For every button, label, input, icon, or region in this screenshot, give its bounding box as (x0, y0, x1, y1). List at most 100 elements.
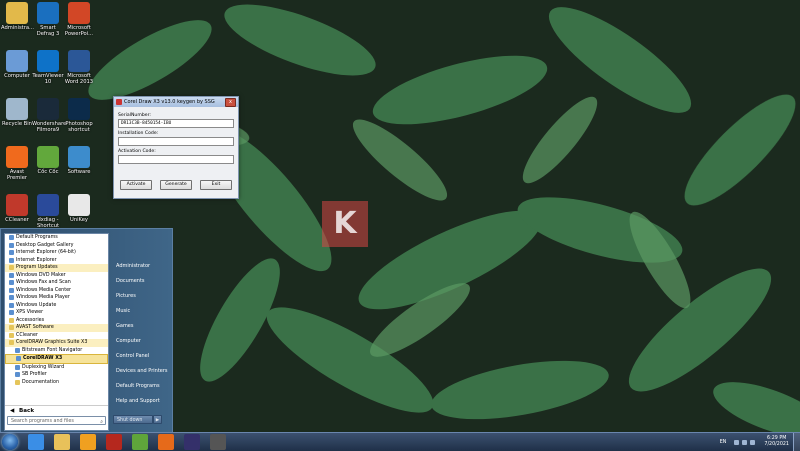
keygen-icon[interactable] (210, 434, 226, 450)
program-item[interactable]: CorelDRAW Graphics Suite X3 (5, 339, 108, 347)
program-label: Internet Explorer (16, 257, 57, 263)
start-link-administrator[interactable]: Administrator (111, 259, 169, 274)
search-icon: ⌕ (100, 419, 103, 425)
activation-field[interactable] (118, 155, 234, 164)
shutdown-button[interactable]: Shut down (113, 415, 153, 424)
program-item[interactable]: Default Programs (5, 234, 108, 242)
desktop-icon-label: Microsoft PowerPoi... (64, 25, 94, 37)
coccoc-icon[interactable] (132, 434, 148, 450)
start-link-computer[interactable]: Computer (111, 334, 169, 349)
program-item[interactable]: CCleaner (5, 332, 108, 340)
program-label: Default Programs (16, 235, 58, 240)
generate-button[interactable]: Generate (160, 180, 192, 190)
desktop-icon-teamviewer[interactable]: TeamViewer 10 (32, 50, 64, 85)
program-item[interactable]: CorelDRAW X3 (5, 354, 108, 364)
program-item[interactable]: Windows Media Player (5, 294, 108, 302)
program-item[interactable]: Windows Media Center (5, 287, 108, 295)
start-link-music[interactable]: Music (111, 304, 169, 319)
show-desktop-button[interactable] (793, 433, 800, 451)
program-icon (9, 250, 14, 256)
program-label: CorelDRAW Graphics Suite X3 (16, 340, 88, 345)
dialog-titlebar[interactable]: Corel Draw X3 v13.0 keygen by SSG x (114, 97, 238, 107)
volume-icon[interactable] (750, 439, 756, 445)
desktop-icon-avast[interactable]: Avast Premier (1, 146, 33, 181)
language-indicator[interactable]: EN (720, 440, 727, 445)
desktop-icon-unikey[interactable]: UniKey (63, 194, 95, 223)
program-item[interactable]: Windows DVD Maker (5, 272, 108, 280)
installation-label: Installation Code: (118, 131, 159, 136)
desktop-icon-defrag[interactable]: Smart Defrag 3 (32, 2, 64, 37)
program-item[interactable]: Duplexing Wizard (5, 364, 108, 372)
program-item[interactable]: XPS Viewer (5, 309, 108, 317)
desktop-icon-filmora[interactable]: Wondershare Filmora9 (32, 98, 67, 133)
back-button[interactable]: ◀ Back (5, 405, 108, 415)
program-label: Documentation (22, 379, 59, 385)
installation-field[interactable] (118, 137, 234, 146)
start-link-default-programs[interactable]: Default Programs (111, 379, 169, 394)
program-item[interactable]: Desktop Gadget Gallery (5, 242, 108, 250)
desktop-icon-label: Photoshop shortcut (65, 121, 93, 133)
desktop-icon-computer[interactable]: Computer (1, 50, 33, 79)
serial-field[interactable]: DR13C3B-8450154-IBU (118, 119, 234, 128)
internet-explorer-icon[interactable] (28, 434, 44, 450)
start-link-documents[interactable]: Documents (111, 274, 169, 289)
program-item[interactable]: Bitstream Font Navigator (5, 347, 108, 355)
program-item[interactable]: Accessories (5, 317, 108, 325)
program-label: Bitstream Font Navigator (22, 347, 83, 353)
defrag-icon (37, 2, 59, 24)
teamviewer-icon (37, 50, 59, 72)
dialog-title: Corel Draw X3 v13.0 keygen by SSG (124, 99, 215, 105)
tray-flag-icon[interactable] (734, 439, 740, 445)
program-item[interactable]: SB Profiler (5, 371, 108, 379)
program-item[interactable]: Windows Update (5, 302, 108, 310)
program-item[interactable]: Documentation (5, 379, 108, 387)
program-icon (9, 242, 14, 248)
network-icon[interactable] (742, 439, 748, 445)
start-menu: Default Programs Desktop Gadget Gallery In… (0, 228, 173, 432)
desktop-icon-word[interactable]: Microsoft Word 2013 (63, 50, 95, 85)
computer-icon (6, 50, 28, 72)
program-icon (9, 257, 14, 263)
clock[interactable]: 6:29 PM 7/20/2021 (764, 436, 789, 448)
filmora-icon (37, 98, 59, 120)
desktop-icon-powerpoint[interactable]: Microsoft PowerPoi... (63, 2, 95, 37)
start-link-games[interactable]: Games (111, 319, 169, 334)
program-item[interactable]: Internet Explorer (5, 257, 108, 265)
media-player-icon[interactable] (80, 434, 96, 450)
program-item[interactable]: Program Updates (5, 264, 108, 272)
unikey-icon (68, 194, 90, 216)
explorer-icon[interactable] (54, 434, 70, 450)
start-link-control-panel[interactable]: Control Panel (111, 349, 169, 364)
desktop-icon-dxdiag[interactable]: dxdiag - Shortcut (32, 194, 64, 229)
start-link-devices-and-printers[interactable]: Devices and Printers (111, 364, 169, 379)
program-item[interactable]: Windows Fax and Scan (5, 279, 108, 287)
exit-button[interactable]: Exit (200, 180, 232, 190)
program-label: Internet Explorer (64-bit) (16, 250, 76, 255)
programs-panel: Default Programs Desktop Gadget Gallery In… (4, 233, 109, 431)
start-link-pictures[interactable]: Pictures (111, 289, 169, 304)
desktop-icon-recycle-bin[interactable]: Recycle Bin (1, 98, 33, 127)
app-dark-icon[interactable] (184, 434, 200, 450)
activation-label: Activation Code: (118, 149, 156, 154)
desktop-icon-ccleaner[interactable]: CCleaner (1, 194, 33, 223)
program-icon (9, 272, 14, 278)
shutdown-options-arrow-icon[interactable]: ▶ (153, 415, 162, 424)
desktop-icon-label: Wondershare Filmora9 (32, 121, 67, 133)
programs-list: Default Programs Desktop Gadget Gallery In… (5, 234, 108, 386)
program-item[interactable]: Internet Explorer (64-bit) (5, 249, 108, 257)
desktop-icon-software[interactable]: Software (63, 146, 95, 175)
program-label: XPS Viewer (16, 310, 44, 315)
activate-button[interactable]: Activate (120, 180, 152, 190)
desktop-icon-coccoc[interactable]: Cốc Cốc (32, 146, 64, 175)
search-input[interactable]: Search programs and files ⌕ (7, 416, 106, 425)
app-red-icon[interactable] (106, 434, 122, 450)
program-item[interactable]: AVAST Software (5, 324, 108, 332)
close-button[interactable]: x (225, 97, 236, 107)
desktop-icon-folder[interactable]: Administra... (1, 2, 34, 31)
serial-label: SerialNumber: (118, 113, 151, 118)
desktop-icon-photoshop[interactable]: Photoshop shortcut (63, 98, 95, 133)
app-orange-icon[interactable] (158, 434, 174, 450)
start-link-help-and-support[interactable]: Help and Support (111, 394, 169, 409)
start-right-pane: Administrator Documents Pictures Music Games… (111, 259, 169, 409)
start-button[interactable] (2, 434, 18, 450)
